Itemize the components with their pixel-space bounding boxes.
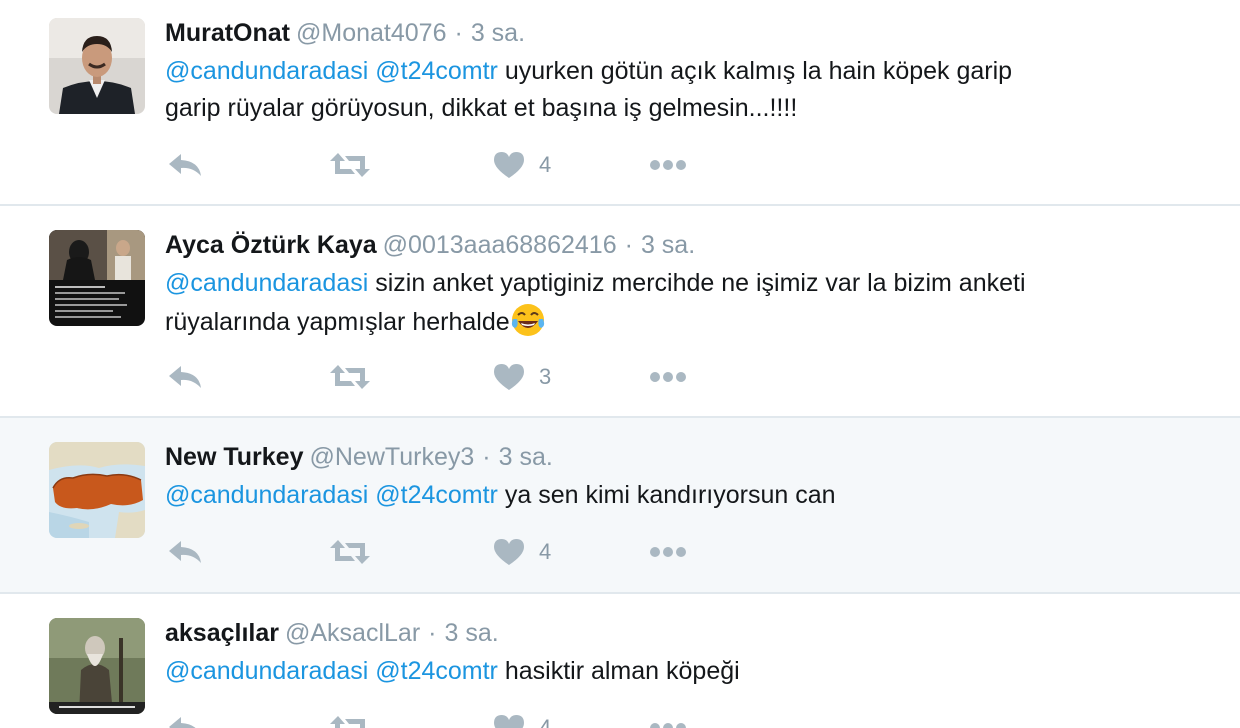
reply-button[interactable]: [167, 357, 203, 397]
reply-icon: [169, 154, 201, 176]
more-icon: [650, 547, 686, 557]
heart-icon: [494, 715, 524, 728]
tweet-handle[interactable]: @0013aaa68862416: [383, 231, 617, 259]
tweet-text-line: garip rüyalar görüyosun, dikkat et başın…: [165, 94, 798, 122]
retweet-icon: [330, 540, 370, 564]
retweet-button[interactable]: [329, 532, 371, 572]
more-button[interactable]: [649, 532, 687, 572]
mention-link[interactable]: @candundaradasi: [165, 269, 368, 297]
reply-icon: [169, 717, 196, 728]
like-button[interactable]: 4: [493, 145, 551, 185]
tweet-text-line: rüyalarında yapmışlar herhalde: [165, 308, 510, 336]
reply-icon: [169, 541, 201, 563]
tweet-actions: 4: [165, 145, 725, 185]
separator-dot: ·: [624, 231, 633, 259]
like-count: 3: [539, 364, 552, 389]
man-in-suit-avatar: [49, 18, 145, 114]
tweet-actions: 3: [165, 357, 725, 397]
tweet[interactable]: aksaçlılar @AksaclLar · 3 sa. @candundarada…: [0, 594, 1240, 728]
retweet-icon: [330, 365, 370, 389]
more-icon: [650, 160, 686, 170]
avatar[interactable]: [49, 618, 145, 714]
like-count: 4: [539, 539, 552, 564]
like-button[interactable]: 4: [493, 708, 551, 728]
tweet-handle[interactable]: @AksaclLar: [285, 619, 420, 647]
old-man-avatar: [49, 618, 145, 714]
tweet-header: Ayca Öztürk Kaya @0013aaa68862416 · 3 sa.: [165, 229, 695, 261]
tweet-text-line: ya sen kimi kandırıyorsun can: [504, 481, 836, 509]
more-button[interactable]: [649, 357, 687, 397]
tweet-fullname[interactable]: aksaçlılar: [165, 619, 279, 647]
mention-link[interactable]: @candundaradasi: [165, 657, 368, 685]
mention-link[interactable]: @t24comtr: [375, 481, 498, 509]
reply-button[interactable]: [167, 708, 203, 728]
retweet-icon: [330, 716, 365, 728]
tweet-text: @candundaradasi @t24comtr ya sen kimi ka…: [165, 477, 1165, 514]
heart-icon: [494, 364, 524, 390]
tweet-header: New Turkey @NewTurkey3 · 3 sa.: [165, 441, 553, 473]
more-icon: [650, 372, 686, 382]
avatar[interactable]: [49, 18, 145, 114]
tweet-text: @candundaradasi @t24comtr uyurken götün …: [165, 53, 1165, 127]
tweet-text: @candundaradasi sizin anket yaptiginiz m…: [165, 265, 1165, 341]
like-count: 4: [539, 715, 552, 728]
retweet-icon: [330, 153, 370, 177]
retweet-button[interactable]: [329, 145, 371, 185]
heart-icon: [494, 152, 524, 178]
heart-icon: [494, 539, 524, 565]
tweet-timeline: MuratOnat @Monat4076 · 3 sa. @candundaradas…: [0, 0, 1240, 728]
mention-link[interactable]: @t24comtr: [375, 57, 498, 85]
tweet-fullname[interactable]: Ayca Öztürk Kaya: [165, 231, 377, 259]
mention-link[interactable]: @candundaradasi: [165, 57, 368, 85]
more-button[interactable]: [649, 708, 687, 728]
tweet-fullname[interactable]: MuratOnat: [165, 19, 290, 47]
tweet-handle[interactable]: @Monat4076: [296, 19, 446, 47]
separator-dot: ·: [482, 443, 491, 471]
tweet-handle[interactable]: @NewTurkey3: [309, 443, 474, 471]
reply-button[interactable]: [167, 532, 203, 572]
tweet-fullname[interactable]: New Turkey: [165, 443, 303, 471]
like-count: 4: [539, 152, 552, 177]
photo-collage-avatar: [49, 230, 145, 326]
tweet-actions: 4: [165, 708, 725, 728]
tweet[interactable]: New Turkey @NewTurkey3 · 3 sa. @candundarad…: [0, 418, 1240, 594]
separator-dot: ·: [428, 619, 437, 647]
tweet-text-line: hasiktir alman köpeği: [504, 657, 740, 685]
tweet-timestamp[interactable]: 3 sa.: [444, 619, 498, 647]
tweet[interactable]: MuratOnat @Monat4076 · 3 sa. @candundaradas…: [0, 0, 1240, 206]
tweet-text-line: uyurken götün açık kalmış la hain köpek …: [504, 57, 1013, 85]
tweet-header: MuratOnat @Monat4076 · 3 sa.: [165, 17, 525, 49]
reply-button[interactable]: [167, 145, 203, 185]
tweet[interactable]: Ayca Öztürk Kaya @0013aaa68862416 · 3 sa. @…: [0, 206, 1240, 418]
tweet-actions: 4: [165, 532, 725, 572]
reply-icon: [169, 366, 201, 388]
retweet-button[interactable]: [329, 357, 371, 397]
mention-link[interactable]: @t24comtr: [375, 657, 498, 685]
tweet-timestamp[interactable]: 3 sa.: [641, 231, 695, 259]
separator-dot: ·: [454, 19, 463, 47]
tears-of-joy-emoji: [511, 304, 544, 336]
turkey-map-avatar: [49, 442, 145, 538]
avatar[interactable]: [49, 442, 145, 538]
more-button[interactable]: [649, 145, 687, 185]
tweet-timestamp[interactable]: 3 sa.: [471, 19, 525, 47]
mention-link[interactable]: @candundaradasi: [165, 481, 368, 509]
tweet-text: @candundaradasi @t24comtr hasiktir alman…: [165, 653, 1165, 690]
tweet-text-line: sizin anket yaptiginiz mercihde ne işimi…: [375, 269, 1026, 297]
like-button[interactable]: 4: [493, 532, 551, 572]
like-button[interactable]: 3: [493, 357, 551, 397]
avatar[interactable]: [49, 230, 145, 326]
tweet-header: aksaçlılar @AksaclLar · 3 sa.: [165, 617, 499, 649]
tweet-timestamp[interactable]: 3 sa.: [499, 443, 553, 471]
more-icon: [650, 723, 686, 728]
retweet-button[interactable]: [329, 708, 371, 728]
